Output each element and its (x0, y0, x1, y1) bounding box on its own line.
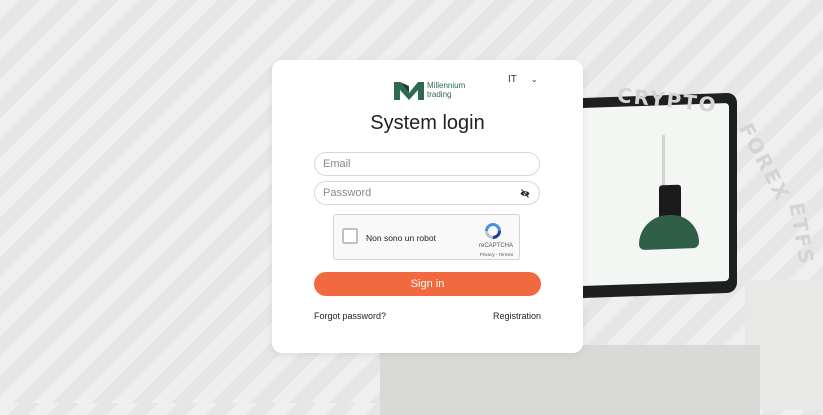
email-field[interactable] (315, 153, 539, 175)
recaptcha-brand: reCAPTCHA (478, 243, 513, 249)
background-floor-shadow (380, 345, 760, 415)
password-field-wrapper (314, 181, 540, 205)
password-field[interactable] (315, 182, 539, 204)
eye-slash-icon[interactable] (520, 189, 530, 198)
logo-text-line1: Millennium (427, 81, 466, 90)
background-word-forex: FOREX (733, 118, 796, 206)
language-value: IT (508, 74, 517, 85)
recaptcha-icon (485, 223, 501, 239)
email-field-wrapper (314, 152, 540, 176)
captcha-checkbox[interactable] (342, 228, 358, 244)
logo-mark-icon (394, 82, 424, 100)
green-rocks-image (639, 213, 699, 251)
forgot-password-link[interactable]: Forgot password? (314, 311, 386, 321)
background-word-etfs: ETFS (784, 200, 820, 268)
captcha-label: Non sono un robot (366, 233, 436, 243)
logo-text-line2: trading (427, 90, 452, 99)
language-selector[interactable]: IT ⌄ (508, 74, 538, 85)
logo-text: Millennium trading (427, 81, 465, 99)
brand-logo: Millennium trading (394, 80, 465, 100)
login-card: Millennium trading IT ⌄ System login Non… (272, 60, 583, 353)
sign-in-button[interactable]: Sign in (314, 272, 541, 296)
chevron-down-icon: ⌄ (530, 75, 538, 84)
page-title: System login (370, 112, 485, 134)
recaptcha-widget: Non sono un robot reCAPTCHA Privacy - Te… (333, 214, 520, 260)
recaptcha-links[interactable]: Privacy - Termini (480, 252, 513, 257)
auth-links: Forgot password? Registration (314, 311, 541, 321)
registration-link[interactable]: Registration (493, 311, 541, 321)
